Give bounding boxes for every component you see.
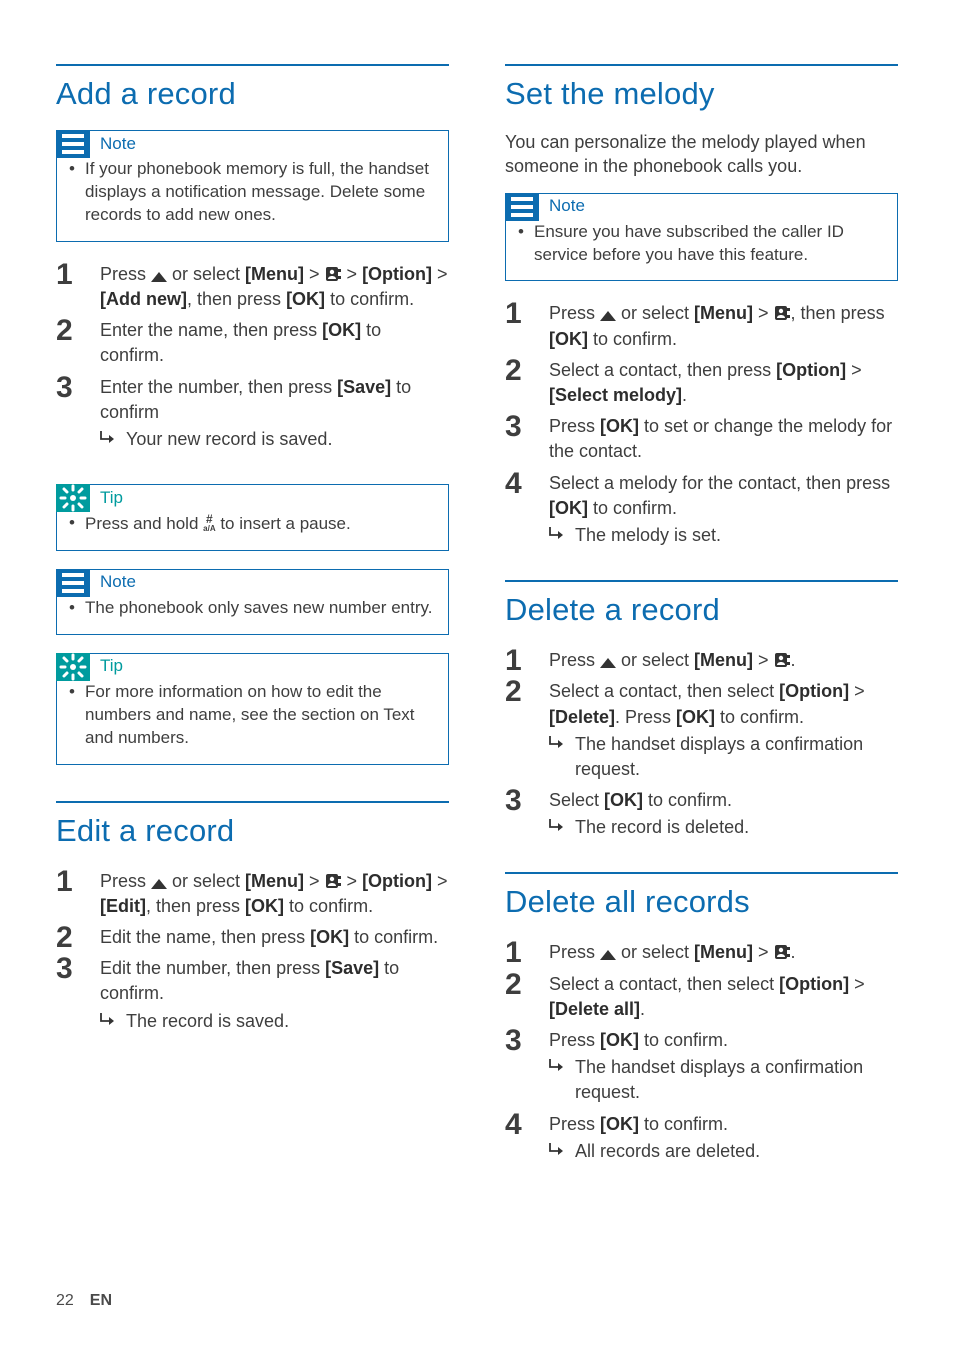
step-1: Press or select [Menu] > > [Option] > [E…: [56, 867, 449, 923]
step-result: The melody is set.: [549, 523, 898, 548]
step-result: The handset displays a confirmation requ…: [549, 732, 898, 782]
tip-text: For more information on how to edit the …: [71, 681, 434, 750]
heading-set-melody: Set the melody: [505, 64, 898, 112]
result-arrow-icon: [549, 735, 565, 749]
note-icon: [56, 569, 90, 597]
delete-all-steps: Press or select [Menu] > . Select a cont…: [505, 938, 898, 1168]
note-text: If your phonebook memory is full, the ha…: [71, 158, 434, 227]
step-1: Press or select [Menu] > .: [505, 938, 898, 969]
step-2: Select a contact, then select [Option] >…: [505, 970, 898, 1026]
up-icon: [600, 658, 616, 668]
result-arrow-icon: [549, 818, 565, 832]
heading-add-record: Add a record: [56, 64, 449, 112]
note-text: The phonebook only saves new number entr…: [71, 597, 434, 620]
note-icon: [505, 193, 539, 221]
step-1: Press or select [Menu] > .: [505, 646, 898, 677]
left-column: Add a record Note If your phonebook memo…: [56, 64, 449, 1196]
step-result: All records are deleted.: [549, 1139, 898, 1164]
step-2: Select a contact, then select [Option] >…: [505, 677, 898, 786]
note-callout-2: Note The phonebook only saves new number…: [56, 569, 449, 635]
page-number: 22: [56, 1292, 74, 1310]
step-4: Select a melody for the contact, then pr…: [505, 469, 898, 553]
step-result: The handset displays a confirmation requ…: [549, 1055, 898, 1105]
tip-callout-2: Tip For more information on how to edit …: [56, 653, 449, 765]
melody-intro: You can personalize the melody played wh…: [505, 130, 898, 179]
step-2: Select a contact, then press [Option] > …: [505, 356, 898, 412]
note-label: Note: [549, 196, 585, 216]
note-callout-1: Note If your phonebook memory is full, t…: [56, 130, 449, 242]
tip-icon: [56, 653, 90, 681]
step-2: Enter the name, then press [OK] to confi…: [56, 316, 449, 372]
phonebook-icon: [774, 652, 791, 668]
up-icon: [151, 272, 167, 282]
hash-key-icon: #a/A: [203, 514, 215, 532]
edit-record-steps: Press or select [Menu] > > [Option] > [E…: [56, 867, 449, 1038]
phonebook-icon: [774, 944, 791, 960]
step-1: Press or select [Menu] > , then press [O…: [505, 299, 898, 355]
result-arrow-icon: [100, 1012, 116, 1026]
up-icon: [600, 311, 616, 321]
heading-delete-all: Delete all records: [505, 872, 898, 920]
step-3: Enter the number, then press [Save] to c…: [56, 373, 449, 457]
tip-label: Tip: [100, 656, 123, 676]
right-column: Set the melody You can personalize the m…: [505, 64, 898, 1196]
note-label: Note: [100, 572, 136, 592]
tip-text: Press and hold #a/A to insert a pause.: [71, 512, 434, 536]
heading-edit-record: Edit a record: [56, 801, 449, 849]
phonebook-icon: [325, 873, 342, 889]
phonebook-icon: [774, 305, 791, 321]
note-label: Note: [100, 134, 136, 154]
step-3: Press [OK] to confirm. The handset displ…: [505, 1026, 898, 1110]
step-result: Your new record is saved.: [100, 427, 449, 452]
note-icon: [56, 130, 90, 158]
step-3: Press [OK] to set or change the melody f…: [505, 412, 898, 468]
step-1: Press or select [Menu] > > [Option] > [A…: [56, 260, 449, 316]
note-callout-melody: Note Ensure you have subscribed the call…: [505, 193, 898, 282]
tip-label: Tip: [100, 488, 123, 508]
language-code: EN: [90, 1292, 112, 1310]
melody-steps: Press or select [Menu] > , then press [O…: [505, 299, 898, 552]
tip-icon: [56, 484, 90, 512]
tip-callout-1: Tip Press and hold #a/A to insert a paus…: [56, 484, 449, 551]
result-arrow-icon: [549, 1142, 565, 1156]
page-footer: 22 EN: [56, 1292, 112, 1310]
delete-record-steps: Press or select [Menu] > . Select a cont…: [505, 646, 898, 844]
step-3: Select [OK] to confirm. The record is de…: [505, 786, 898, 844]
result-arrow-icon: [100, 430, 116, 444]
note-text: Ensure you have subscribed the caller ID…: [520, 221, 883, 267]
up-icon: [151, 879, 167, 889]
step-2: Edit the name, then press [OK] to confir…: [56, 923, 449, 954]
phonebook-icon: [325, 266, 342, 282]
step-4: Press [OK] to confirm. All records are d…: [505, 1110, 898, 1168]
result-arrow-icon: [549, 526, 565, 540]
add-record-steps: Press or select [Menu] > > [Option] > [A…: [56, 260, 449, 456]
step-result: The record is deleted.: [549, 815, 898, 840]
up-icon: [600, 950, 616, 960]
heading-delete-record: Delete a record: [505, 580, 898, 628]
step-3: Edit the number, then press [Save] to co…: [56, 954, 449, 1038]
step-result: The record is saved.: [100, 1009, 449, 1034]
result-arrow-icon: [549, 1058, 565, 1072]
